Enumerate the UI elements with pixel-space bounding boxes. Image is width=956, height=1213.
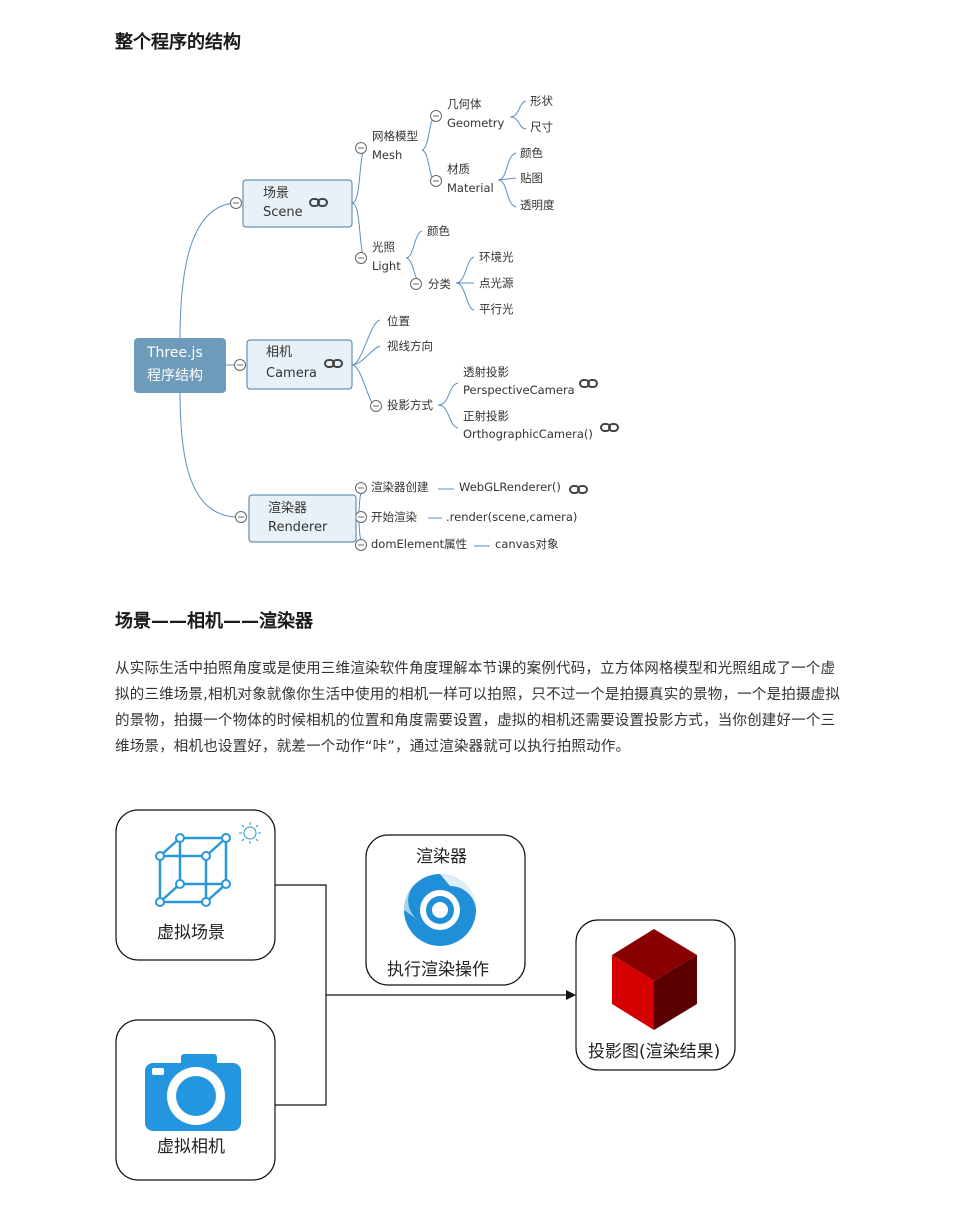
category-label: 分类	[428, 277, 451, 291]
projection-label: 投影方式	[387, 398, 433, 412]
size-label: 尺寸	[530, 120, 553, 134]
renderer-swirl-icon	[403, 874, 476, 946]
explanation-paragraph: 从实际生活中拍照角度或是使用三维渲染软件角度理解本节课的案例代码，立方体网格模型…	[115, 661, 841, 755]
point-light-label: 点光源	[479, 276, 514, 290]
scene-label-en: Scene	[263, 205, 303, 220]
root-label-2: 程序结构	[147, 368, 203, 384]
scene-label-cn: 场景	[263, 186, 289, 201]
position-label: 位置	[387, 314, 410, 328]
shape-label: 形状	[530, 94, 553, 108]
link-icon[interactable]	[600, 423, 619, 432]
camera-label-en: Camera	[266, 366, 317, 381]
light-color-label: 颜色	[427, 224, 450, 238]
render-result-label: 投影图(渲染结果)	[588, 1042, 720, 1062]
link-icon[interactable]	[579, 379, 598, 388]
dom-element-label: domElement属性	[371, 537, 467, 551]
geometry-label-cn: 几何体	[447, 97, 482, 111]
camera-node[interactable]	[246, 339, 353, 390]
material-label-en: Material	[447, 181, 494, 195]
directional-label: 平行光	[479, 302, 514, 316]
mesh-label-en: Mesh	[372, 148, 402, 162]
ortho-label-cn: 正射投影	[463, 409, 509, 423]
perspective-label-cn: 透射投影	[463, 365, 509, 379]
canvas-label: canvas对象	[495, 537, 559, 551]
renderer-create-label: 渲染器创建	[371, 480, 429, 494]
mesh-label-cn: 网格模型	[372, 129, 418, 143]
link-icon[interactable]	[569, 485, 588, 494]
ortho-label-en: OrthographicCamera()	[463, 427, 593, 441]
camera-label-cn: 相机	[266, 345, 292, 360]
section-title-structure: 整个程序的结构	[115, 32, 241, 53]
opacity-label: 透明度	[520, 198, 555, 212]
renderer-title-label: 渲染器	[416, 847, 467, 867]
structure-mindmap: Three.js 程序结构 场景 Scene 相机 Camera 渲染器 Ren…	[134, 94, 619, 551]
geometry-label-en: Geometry	[447, 116, 505, 130]
virtual-scene-label: 虚拟场景	[157, 923, 225, 943]
ambient-label: 环境光	[479, 250, 514, 264]
render-call-label: .render(scene,camera)	[446, 510, 577, 524]
start-render-label: 开始渲染	[371, 510, 417, 524]
material-label-cn: 材质	[447, 162, 470, 176]
view-dir-label: 视线方向	[387, 339, 433, 353]
section-title-scene-camera-renderer: 场景——相机——渲染器	[115, 611, 313, 632]
root-label-1: Three.js	[146, 345, 203, 361]
render-flow-diagram: 虚拟场景 虚拟相机 渲染器 执行渲染操作 投影图(渲染结果)	[115, 809, 736, 1181]
renderer-label-en: Renderer	[268, 520, 328, 535]
perspective-label-en: PerspectiveCamera	[463, 383, 575, 397]
light-label-en: Light	[372, 259, 401, 273]
mat-color-label: 颜色	[520, 146, 543, 160]
light-label-cn: 光照	[372, 240, 395, 254]
renderer-action-label: 执行渲染操作	[387, 960, 489, 980]
renderer-label-cn: 渲染器	[268, 501, 307, 516]
webgl-renderer-label: WebGLRenderer()	[459, 480, 561, 494]
camera-icon	[145, 1054, 241, 1131]
texture-label: 贴图	[520, 171, 543, 185]
virtual-camera-label: 虚拟相机	[157, 1137, 225, 1157]
